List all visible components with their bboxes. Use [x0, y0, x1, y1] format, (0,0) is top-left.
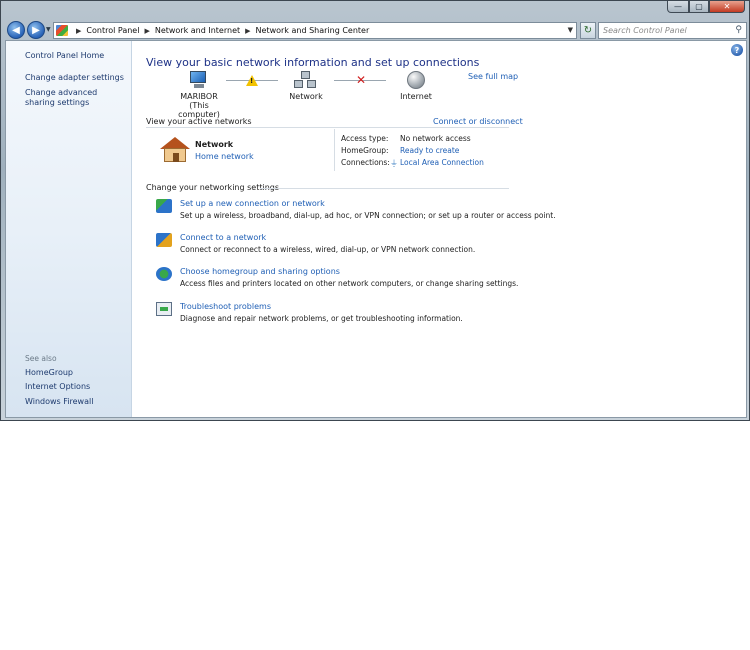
connect-network-icon[interactable] — [156, 233, 172, 247]
network-map-internet[interactable]: Internet — [394, 71, 438, 101]
homegroup-sharing-desc: Access files and printers located on oth… — [180, 279, 519, 288]
access-type-value: No network access — [400, 134, 471, 143]
troubleshoot-icon[interactable] — [156, 302, 172, 316]
address-bar[interactable]: ▶ Control Panel ▶ Network and Internet ▶… — [53, 22, 577, 39]
divider — [260, 188, 509, 189]
troubleshoot-link[interactable]: Troubleshoot problems — [180, 302, 271, 311]
ethernet-icon: ⏚ — [390, 159, 398, 168]
search-icon[interactable]: ⚲ — [735, 25, 742, 35]
minimize-button[interactable]: — — [667, 1, 689, 13]
setup-connection-link[interactable]: Set up a new connection or network — [180, 199, 325, 208]
see-also-label: See also — [25, 354, 57, 363]
access-type-label: Access type: — [341, 134, 389, 143]
local-area-connection-link[interactable]: Local Area Connection — [400, 158, 484, 167]
computer-name: MARIBOR — [180, 92, 218, 101]
connect-network-link[interactable]: Connect to a network — [180, 233, 266, 242]
new-connection-icon[interactable] — [156, 199, 172, 213]
content-area: ? Control Panel Home Change adapter sett… — [5, 40, 747, 418]
explorer-window: — ▢ ✕ ◀ ▶ ▼ ▶ Control Panel ▶ Network an… — [0, 0, 750, 421]
network-map-network[interactable]: Network — [282, 71, 330, 101]
homegroup-ready-link[interactable]: Ready to create — [400, 146, 459, 155]
computer-icon — [188, 71, 210, 89]
connections-label: Connections: — [341, 158, 390, 167]
sidebar-item-change-advanced-sharing[interactable]: Change advanced sharing settings — [25, 88, 125, 108]
control-panel-icon — [56, 25, 68, 36]
search-input[interactable]: Search Control Panel ⚲ — [598, 22, 747, 39]
network-icon — [294, 71, 318, 89]
connect-network-desc: Connect or reconnect to a wireless, wire… — [180, 245, 476, 254]
search-placeholder: Search Control Panel — [603, 26, 687, 35]
troubleshoot-desc: Diagnose and repair network problems, or… — [180, 314, 463, 323]
network-type-link[interactable]: Home network — [195, 152, 254, 161]
network-map-computer[interactable]: MARIBOR (This computer) — [170, 71, 228, 119]
title-bar: — ▢ ✕ — [1, 1, 749, 15]
disconnected-x-icon[interactable]: ✕ — [356, 74, 366, 86]
navigation-bar: ◀ ▶ ▼ ▶ Control Panel ▶ Network and Inte… — [5, 20, 747, 40]
connect-or-disconnect-link[interactable]: Connect or disconnect — [433, 117, 523, 126]
warning-mark: ! — [250, 77, 254, 85]
maximize-button[interactable]: ▢ — [689, 1, 709, 13]
breadcrumb-network-and-sharing-center[interactable]: Network and Sharing Center — [256, 26, 370, 35]
forward-button[interactable]: ▶ — [27, 21, 45, 39]
chevron-right-icon[interactable]: ▶ — [245, 27, 250, 35]
main-panel: View your basic network information and … — [132, 41, 746, 417]
homegroup-sharing-link[interactable]: Choose homegroup and sharing options — [180, 267, 340, 276]
see-full-map-link[interactable]: See full map — [468, 72, 518, 81]
home-network-icon[interactable] — [160, 137, 190, 163]
back-button[interactable]: ◀ — [7, 21, 25, 39]
internet-label: Internet — [400, 92, 432, 101]
page-title: View your basic network information and … — [146, 56, 480, 69]
chevron-right-icon[interactable]: ▶ — [144, 27, 149, 35]
sidebar-item-control-panel-home[interactable]: Control Panel Home — [25, 51, 125, 61]
sidebar: Control Panel Home Change adapter settin… — [6, 41, 132, 417]
address-dropdown-icon[interactable]: ▼ — [568, 26, 573, 34]
vertical-divider — [334, 129, 335, 171]
sidebar-item-homegroup[interactable]: HomeGroup — [25, 368, 125, 378]
recent-pages-dropdown-icon[interactable]: ▼ — [46, 26, 51, 33]
sidebar-item-windows-firewall[interactable]: Windows Firewall — [25, 397, 125, 407]
network-label: Network — [289, 92, 323, 101]
divider — [146, 127, 509, 128]
globe-icon — [407, 71, 425, 89]
active-networks-label: View your active networks — [146, 117, 252, 126]
network-name: Network — [195, 140, 234, 149]
breadcrumb-network-and-internet[interactable]: Network and Internet — [155, 26, 240, 35]
sidebar-item-change-adapter-settings[interactable]: Change adapter settings — [25, 73, 125, 83]
breadcrumb-control-panel[interactable]: Control Panel — [86, 26, 139, 35]
caption-buttons: — ▢ ✕ — [667, 1, 745, 13]
close-button[interactable]: ✕ — [709, 1, 745, 13]
homegroup-label: HomeGroup: — [341, 146, 389, 155]
homegroup-icon[interactable] — [156, 267, 172, 281]
setup-connection-desc: Set up a wireless, broadband, dial-up, a… — [180, 211, 556, 220]
refresh-button[interactable]: ↻ — [580, 22, 596, 39]
sidebar-item-internet-options[interactable]: Internet Options — [25, 382, 125, 392]
chevron-right-icon[interactable]: ▶ — [76, 27, 81, 35]
